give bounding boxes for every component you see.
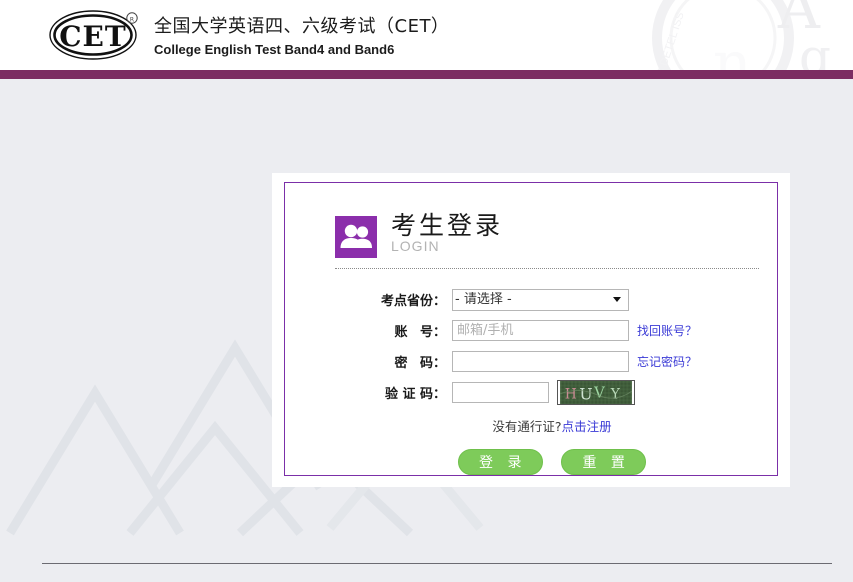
svg-text:V: V <box>593 385 605 402</box>
captcha-label: 验 证 码： <box>384 387 446 402</box>
button-row: 登 录 重 置 <box>285 449 777 475</box>
users-icon <box>335 216 377 258</box>
cet-logo: CET R <box>49 10 138 60</box>
svg-text:H: H <box>565 386 577 402</box>
password-label: 密 码： <box>394 356 446 371</box>
site-title-block: 全国大学英语四、六级考试（CET） College English Test B… <box>154 15 449 59</box>
recover-account-link[interactable]: 找回账号？ <box>637 322 697 339</box>
login-form: 考点省份： - 请选择 - 账 号： 找回账号？ 密 码： 忘记密码？ <box>285 284 777 475</box>
svg-text:CET: CET <box>59 20 126 53</box>
login-heading: 考生登录 LOGIN <box>335 211 503 259</box>
site-title-en: College English Test Band4 and Band6 <box>154 42 395 57</box>
province-select[interactable]: - 请选择 - <box>452 288 629 311</box>
register-link[interactable]: 点击注册 <box>562 419 612 434</box>
province-label: 考点省份： <box>380 294 446 309</box>
field-row-account: 账 号： 找回账号？ <box>285 315 777 346</box>
province-select-wrap[interactable]: - 请选择 - <box>452 288 629 311</box>
svg-text:n: n <box>713 29 752 70</box>
captcha-input[interactable] <box>452 382 549 403</box>
login-heading-en: LOGIN <box>391 238 440 254</box>
field-row-password: 密 码： 忘记密码？ <box>285 346 777 377</box>
header-accent-bar <box>0 70 853 79</box>
reset-button[interactable]: 重 置 <box>561 449 647 475</box>
login-button[interactable]: 登 录 <box>457 449 543 475</box>
login-panel-shell: 考生登录 LOGIN 考点省份： - 请选择 - 账 号： 找回账号？ <box>272 173 790 487</box>
site-title-cn: 全国大学英语四、六级考试（CET） <box>154 16 450 37</box>
password-input[interactable] <box>452 351 629 372</box>
account-input[interactable] <box>452 320 629 341</box>
login-heading-cn: 考生登录 <box>391 211 504 240</box>
svg-text:U: U <box>579 384 592 403</box>
register-prefix: 没有通行证? <box>492 419 562 434</box>
header-seal-watermark: A g n NS DETEL ISS <box>652 0 831 70</box>
account-label: 账 号： <box>394 325 446 340</box>
heading-divider <box>335 268 759 269</box>
svg-text:R: R <box>130 17 134 24</box>
field-row-province: 考点省份： - 请选择 - <box>285 284 777 315</box>
login-panel: 考生登录 LOGIN 考点省份： - 请选择 - 账 号： 找回账号？ <box>284 182 778 476</box>
captcha-image[interactable]: H U V Y <box>557 380 635 405</box>
register-line: 没有通行证?点击注册 <box>285 416 777 435</box>
site-header: A g n NS DETEL ISS CET R 全国大学英语四、六级考试（CE… <box>0 0 853 70</box>
svg-text:Y: Y <box>610 386 621 402</box>
field-row-captcha: 验 证 码： H U V Y <box>285 377 777 408</box>
svg-text:A: A <box>777 0 821 42</box>
forgot-password-link[interactable]: 忘记密码？ <box>637 353 697 370</box>
svg-text:NS DETEL ISS: NS DETEL ISS <box>652 11 686 70</box>
svg-text:g: g <box>799 28 831 70</box>
footer-divider <box>42 563 832 564</box>
